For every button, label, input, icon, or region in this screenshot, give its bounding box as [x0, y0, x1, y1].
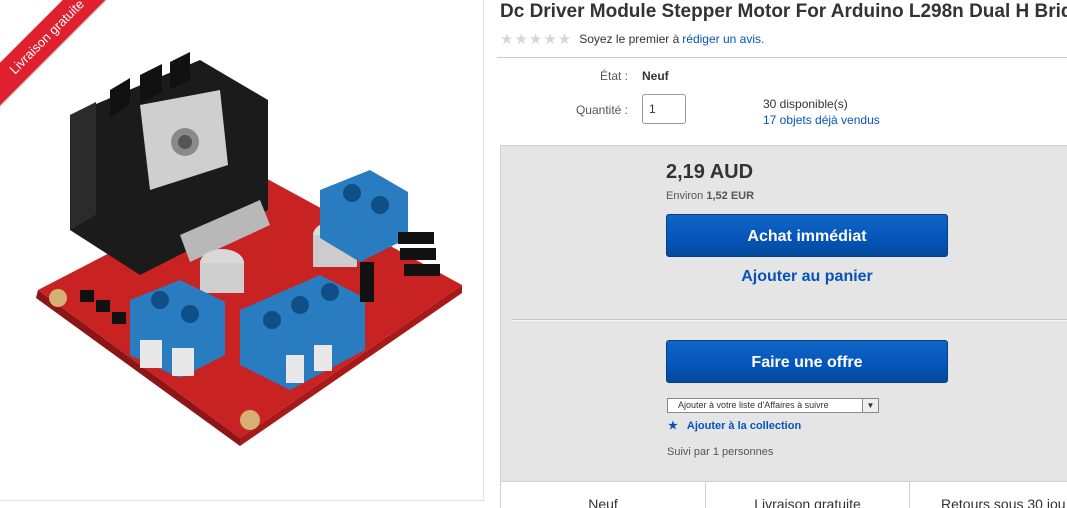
- make-offer-button[interactable]: Faire une offre: [666, 340, 948, 383]
- features-row: Neuf Livraison gratuite Retours sous 30 …: [500, 481, 1067, 508]
- followers-count: Suivi par 1 personnes: [667, 446, 774, 458]
- feature-free-shipping: Livraison gratuite: [705, 482, 909, 508]
- product-title: Dc Driver Module Stepper Motor For Ardui…: [500, 1, 1067, 22]
- write-review-link[interactable]: rédiger un avis.: [682, 32, 764, 46]
- add-to-collection-link[interactable]: ★ Ajouter à la collection: [668, 419, 801, 432]
- price: 2,19 AUD: [666, 161, 754, 183]
- add-to-cart-link[interactable]: Ajouter au panier: [666, 268, 948, 286]
- divider: [497, 57, 1067, 58]
- sold-count-link[interactable]: 17 objets déjà vendus: [763, 112, 880, 128]
- chevron-down-icon[interactable]: ▼: [862, 399, 878, 412]
- buybox-divider: [512, 319, 1067, 321]
- product-image-panel[interactable]: Livraison gratuite: [0, 0, 484, 501]
- quantity-label: Quantité :: [575, 103, 628, 117]
- approx-value: 1,52 EUR: [706, 190, 755, 202]
- product-image: [36, 52, 462, 446]
- buy-now-button[interactable]: Achat immédiat: [666, 214, 948, 257]
- condition-label: État :: [599, 69, 628, 83]
- watchlist-label: Ajouter à votre liste d'Affaires à suivr…: [678, 400, 829, 410]
- available-count: 30 disponible(s): [763, 97, 848, 111]
- star-icon: ★: [668, 420, 678, 432]
- quantity-input[interactable]: [642, 94, 686, 124]
- rating-row: ★★★★★ Soyez le premier à rédiger un avis…: [500, 30, 764, 48]
- rating-prefix: Soyez le premier à: [579, 32, 680, 46]
- rating-stars-icon: ★★★★★: [500, 31, 573, 48]
- approx-price: Environ 1,52 EUR: [666, 190, 754, 202]
- approx-prefix: Environ: [666, 190, 704, 202]
- availability: 30 disponible(s) 17 objets déjà vendus: [763, 96, 880, 128]
- watchlist-dropdown[interactable]: Ajouter à votre liste d'Affaires à suivr…: [667, 398, 879, 413]
- condition-value: Neuf: [642, 69, 669, 83]
- feature-returns: Retours sous 30 jou: [909, 482, 1067, 508]
- collection-label: Ajouter à la collection: [686, 420, 802, 432]
- feature-condition: Neuf: [500, 482, 705, 508]
